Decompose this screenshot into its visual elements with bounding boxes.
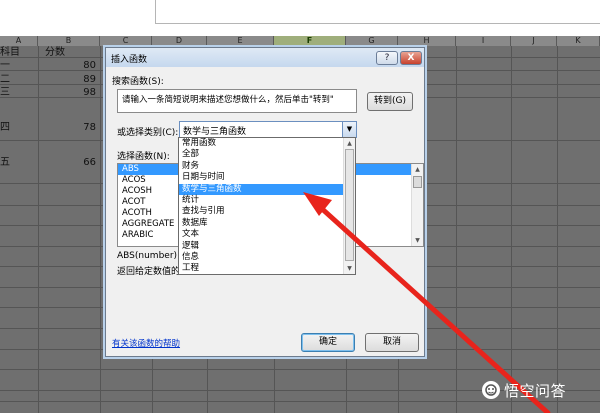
category-dropdown-list[interactable]: 常用函数 全部 财务 日期与时间 数学与三角函数 统计 查找与引用 数据库 文本… — [178, 137, 356, 275]
select-function-label: 选择函数(N): — [117, 152, 170, 162]
chevron-down-icon[interactable]: ▼ — [342, 122, 356, 137]
column-header-a[interactable]: A — [0, 36, 38, 46]
cell-b3[interactable]: 89 — [60, 74, 96, 85]
category-list-scrollbar[interactable]: ▲ ▼ — [343, 138, 355, 274]
cell-b6[interactable]: 66 — [60, 157, 96, 168]
grid-line — [511, 46, 512, 413]
cell-b5[interactable]: 78 — [60, 122, 96, 133]
scroll-up-icon[interactable]: ▲ — [344, 138, 355, 149]
category-option[interactable]: 数据库 — [179, 218, 355, 229]
wukong-logo-icon — [482, 381, 500, 399]
cell-b1[interactable]: 分数 — [45, 47, 65, 58]
function-signature: ABS(number) — [117, 251, 178, 261]
cell-a1[interactable]: 科目 — [0, 47, 20, 58]
column-headers: A B C D E F G H I J K — [0, 36, 600, 46]
watermark-text: 悟空问答 — [504, 381, 567, 400]
function-description: 返回给定数值的 — [117, 267, 181, 277]
column-header-g[interactable]: G — [346, 36, 398, 46]
grid-line — [0, 369, 600, 370]
cancel-button[interactable]: 取消 — [365, 333, 419, 352]
search-function-input[interactable]: 请输入一条简短说明来描述您想做什么，然后单击"转到" — [117, 89, 357, 113]
cell-a4[interactable]: 三 — [0, 87, 10, 98]
close-button[interactable]: X — [400, 51, 422, 65]
formula-bar-area — [0, 0, 600, 36]
grid-line — [557, 46, 558, 413]
dialog-title: 插入函数 — [111, 55, 148, 65]
category-option[interactable]: 日期与时间 — [179, 172, 355, 183]
scroll-down-icon[interactable]: ▼ — [344, 263, 355, 274]
cell-b2[interactable]: 80 — [60, 60, 96, 71]
watermark: 悟空问答 — [482, 378, 566, 402]
ok-button[interactable]: 确定 — [301, 333, 355, 352]
cell-b4[interactable]: 98 — [60, 87, 96, 98]
column-header-b[interactable]: B — [38, 36, 100, 46]
category-option-selected[interactable]: 数学与三角函数 — [179, 183, 355, 195]
category-select[interactable]: 数学与三角函数 ▼ — [179, 121, 357, 138]
category-option[interactable]: 常用函数 — [179, 138, 355, 149]
dialog-titlebar[interactable]: 插入函数 ? X — [106, 48, 424, 67]
grid-line — [38, 46, 39, 413]
column-header-i[interactable]: I — [456, 36, 511, 46]
scroll-thumb[interactable] — [413, 176, 422, 188]
cell-a3[interactable]: 二 — [0, 74, 10, 85]
column-header-h[interactable]: H — [398, 36, 456, 46]
grid-line — [100, 46, 101, 413]
cell-a5[interactable]: 四 — [0, 122, 10, 133]
category-option[interactable]: 财务 — [179, 161, 355, 172]
column-header-d[interactable]: D — [152, 36, 207, 46]
category-option[interactable]: 逻辑 — [179, 241, 355, 252]
column-header-e[interactable]: E — [207, 36, 274, 46]
category-option[interactable]: 文本 — [179, 229, 355, 240]
goto-button[interactable]: 转到(G) — [367, 92, 413, 111]
help-button[interactable]: ? — [376, 51, 398, 65]
scroll-down-icon[interactable]: ▼ — [412, 235, 423, 246]
category-option[interactable]: 查找与引用 — [179, 206, 355, 217]
column-header-j[interactable]: J — [511, 36, 557, 46]
category-option[interactable]: 全部 — [179, 149, 355, 160]
category-value: 数学与三角函数 — [183, 127, 247, 137]
function-list-scrollbar[interactable]: ▲ ▼ — [411, 164, 423, 246]
formula-input[interactable] — [155, 0, 600, 24]
scroll-up-icon[interactable]: ▲ — [412, 164, 423, 175]
category-label: 或选择类别(C): — [117, 128, 179, 138]
column-header-c[interactable]: C — [100, 36, 152, 46]
category-option[interactable]: 信息 — [179, 252, 355, 263]
cell-a6[interactable]: 五 — [0, 157, 10, 168]
scroll-thumb[interactable] — [345, 149, 354, 261]
category-option[interactable]: 统计 — [179, 195, 355, 206]
search-function-label: 搜索函数(S): — [112, 77, 164, 87]
column-header-k[interactable]: K — [557, 36, 600, 46]
function-help-link[interactable]: 有关该函数的帮助 — [112, 337, 180, 349]
cell-a2[interactable]: 一 — [0, 60, 10, 71]
column-header-f[interactable]: F — [274, 36, 346, 46]
category-option[interactable]: 工程 — [179, 263, 355, 274]
grid-line — [456, 46, 457, 413]
